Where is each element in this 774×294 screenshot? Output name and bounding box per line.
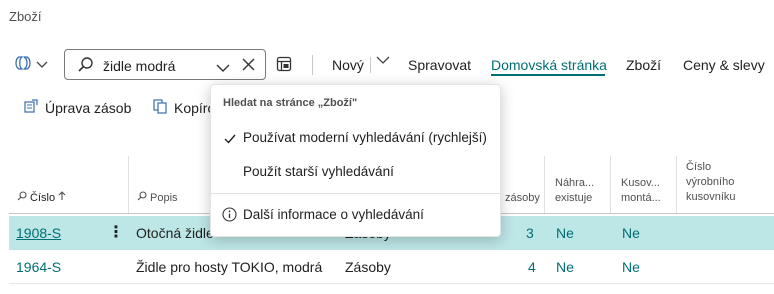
column-header-substitutes[interactable]: Náhra... existuje (555, 176, 594, 206)
dropdown-heading: Hledat na stránce „Zboží" (223, 97, 358, 109)
new-options-chevron-icon[interactable] (376, 56, 390, 65)
tab-items[interactable]: Zboží (626, 57, 661, 73)
action-bar: židle modrá Nový Spravovat Domovská strá… (0, 46, 774, 84)
column-header-description[interactable]: Popis (137, 191, 178, 206)
chevron-down-icon (36, 56, 48, 74)
menu-item-more-info[interactable]: Další informace o vyhledávání (211, 207, 500, 222)
column-header-production-bom[interactable]: Číslo výrobního kusovníku (686, 160, 736, 205)
search-box[interactable]: židle modrá (64, 49, 266, 80)
tab-home[interactable]: Domovská stránka (491, 57, 607, 73)
column-divider (610, 156, 611, 214)
table-row[interactable]: 1964-S Židle pro hosty TOKIO, modrá Záso… (9, 250, 774, 284)
adjust-inventory-button[interactable]: Úprava zásob (23, 98, 131, 117)
search-icon (77, 56, 95, 79)
toolbar-divider (370, 57, 371, 73)
item-assembly-bom[interactable]: Ne (622, 225, 640, 241)
column-divider (544, 156, 545, 214)
menu-divider (211, 193, 500, 194)
search-options-chevron-icon[interactable] (216, 60, 230, 78)
item-number-link[interactable]: 1964-S (16, 259, 61, 275)
copilot-icon (14, 55, 32, 76)
manage-menu[interactable]: Spravovat (408, 57, 471, 73)
column-header-inventory[interactable]: zásoby (505, 191, 540, 206)
copy-item-button[interactable]: Kopíro (152, 98, 215, 117)
new-button[interactable]: Nový (332, 57, 364, 73)
search-input[interactable]: židle modrá (103, 58, 175, 74)
sort-ascending-icon (58, 191, 66, 206)
item-substitutes[interactable]: Ne (556, 225, 574, 241)
item-assembly-bom[interactable]: Ne (622, 259, 640, 275)
item-number-link[interactable]: 1908-S (16, 225, 61, 241)
page-title: Zboží (9, 9, 42, 24)
item-inventory[interactable]: 4 (528, 259, 536, 275)
row-actions-icon[interactable]: ⋮ (108, 222, 125, 242)
search-icon (17, 191, 27, 206)
toolbar-divider (312, 55, 313, 75)
copy-icon (152, 98, 168, 117)
search-options-dropdown: Hledat na stránce „Zboží" Používat moder… (210, 84, 501, 237)
tab-prices-discounts[interactable]: Ceny & slevy (683, 57, 765, 73)
item-substitutes[interactable]: Ne (556, 259, 574, 275)
active-tab-indicator (491, 74, 605, 76)
item-description: Židle pro hosty TOKIO, modrá (136, 259, 323, 275)
search-icon (137, 191, 147, 206)
menu-item-modern-search[interactable]: Používat moderní vyhledávání (rychlejší) (211, 130, 500, 145)
filter-pane-icon (276, 56, 292, 77)
clear-search-icon[interactable] (241, 57, 256, 77)
item-inventory[interactable]: 3 (526, 225, 534, 241)
item-type: Zásoby (345, 259, 391, 275)
item-description: Otočná židle (136, 225, 214, 241)
column-divider (128, 156, 129, 214)
column-header-assembly-bom[interactable]: Kusov... montá... (621, 176, 661, 206)
menu-item-legacy-search[interactable]: Použít starší vyhledávání (211, 164, 500, 179)
column-header-number[interactable]: Číslo (17, 191, 66, 206)
inventory-adjust-icon (23, 98, 39, 117)
column-divider (676, 156, 677, 214)
copilot-button[interactable] (14, 54, 60, 76)
adjust-inventory-label: Úprava zásob (45, 99, 132, 116)
filter-pane-button[interactable] (276, 56, 292, 77)
